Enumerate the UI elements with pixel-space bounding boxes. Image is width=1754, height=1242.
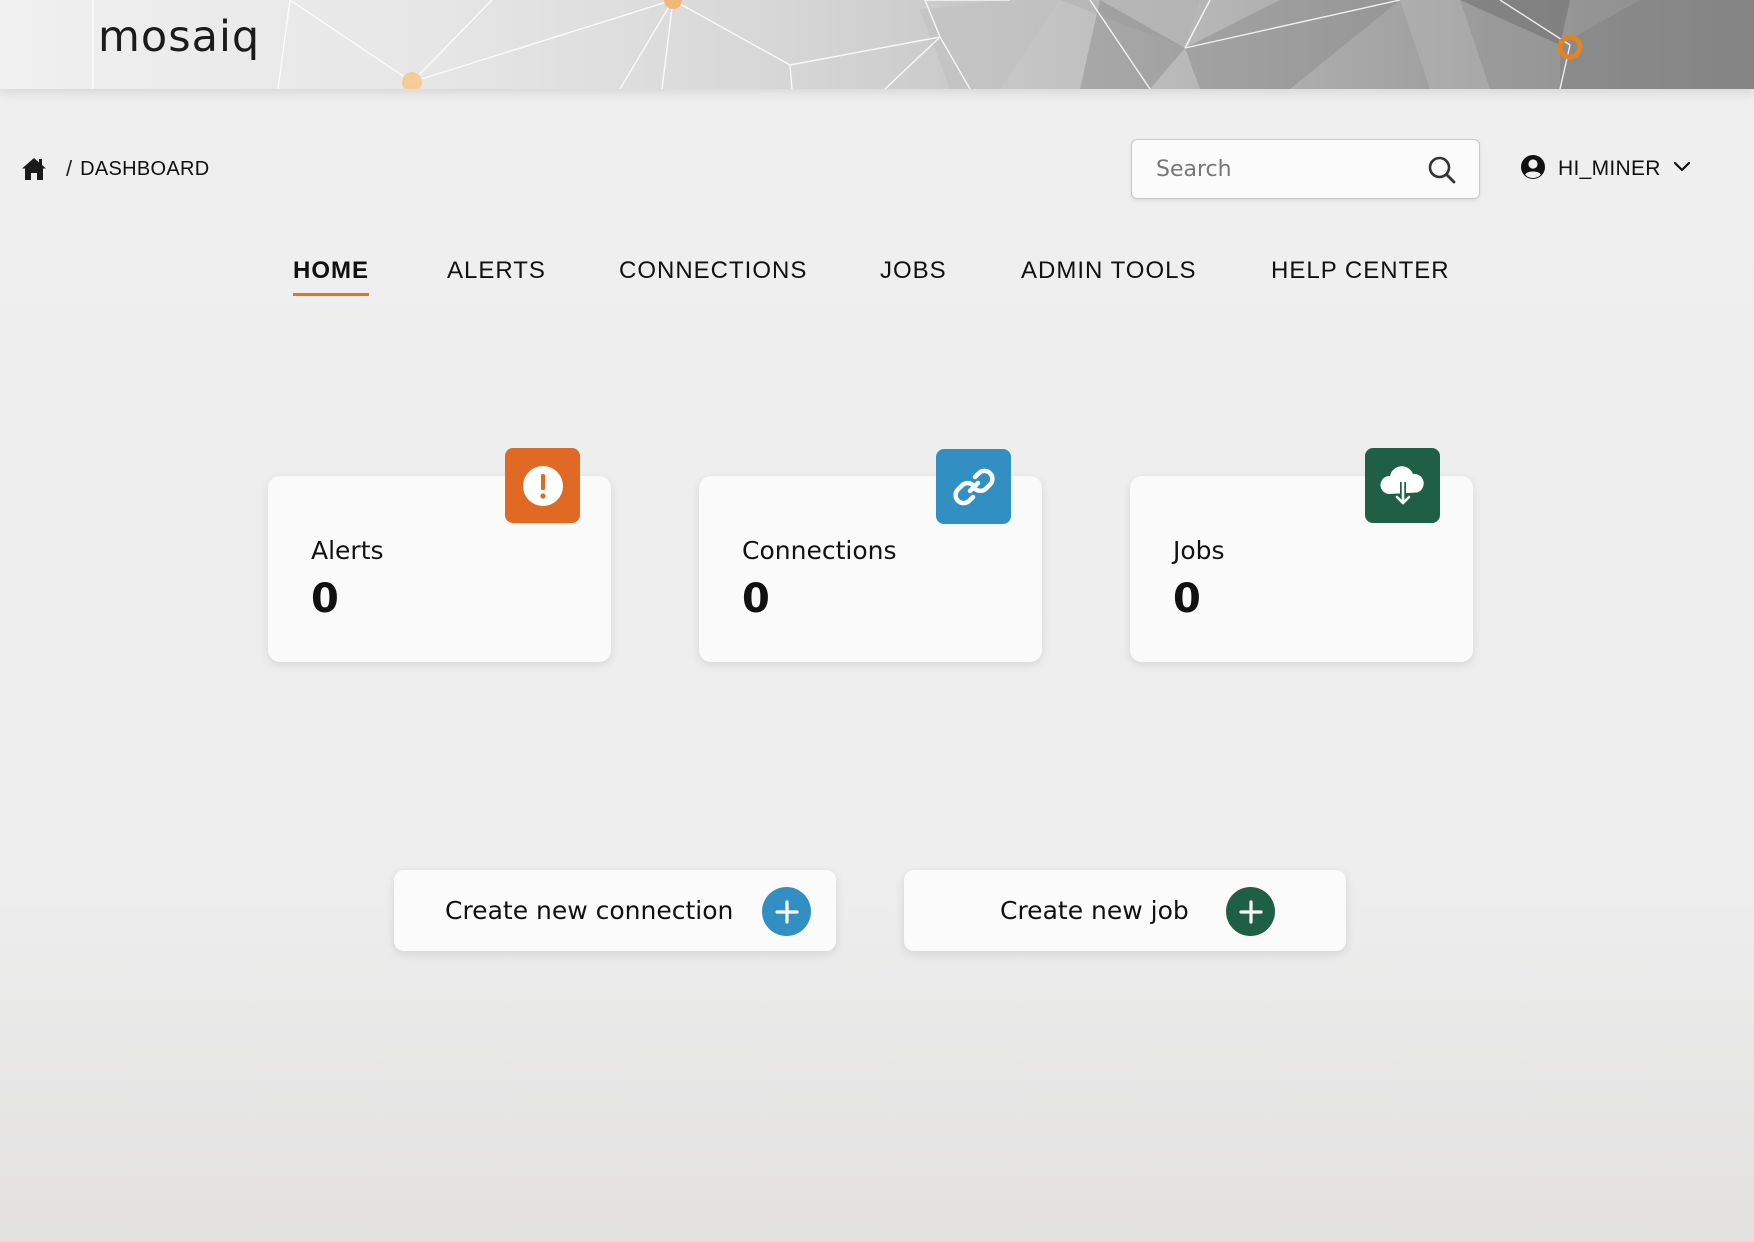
tab-jobs[interactable]: JOBS (880, 257, 947, 293)
card-count: 0 (742, 576, 770, 622)
plus-icon (762, 887, 811, 936)
home-icon[interactable] (20, 155, 48, 183)
tab-alerts[interactable]: ALERTS (447, 257, 546, 293)
alert-icon (505, 448, 580, 523)
create-connection-button[interactable]: Create new connection (394, 870, 836, 951)
card-count: 0 (1173, 576, 1201, 622)
breadcrumb-separator: / (66, 156, 73, 181)
search-input[interactable] (1132, 140, 1412, 198)
username: HI_MINER (1558, 157, 1661, 180)
search-box (1131, 139, 1480, 199)
main-nav: HOME ALERTS CONNECTIONS JOBS ADMIN TOOLS… (0, 257, 1754, 297)
breadcrumb-current: DASHBOARD (80, 157, 210, 180)
mosaiq-logo[interactable]: mosaiq (98, 12, 260, 62)
card-count: 0 (311, 576, 339, 622)
card-label: Connections (742, 536, 897, 565)
header-banner: mosaiq (0, 0, 1754, 89)
tab-help-center[interactable]: HELP CENTER (1271, 257, 1450, 293)
tab-connections[interactable]: CONNECTIONS (619, 257, 807, 293)
action-label: Create new job (1000, 896, 1189, 925)
chevron-down-icon[interactable] (1673, 160, 1691, 178)
user-circle-icon (1520, 154, 1546, 185)
tab-admin-tools[interactable]: ADMIN TOOLS (1021, 257, 1196, 293)
cloud-download-icon (1365, 448, 1440, 523)
banner-mesh-pattern (92, 0, 1754, 89)
tab-home[interactable]: HOME (293, 257, 369, 296)
search-icon[interactable] (1427, 155, 1457, 185)
link-icon (936, 449, 1011, 524)
create-job-button[interactable]: Create new job (904, 870, 1346, 951)
card-label: Alerts (311, 536, 384, 565)
plus-icon (1226, 887, 1275, 936)
card-label: Jobs (1173, 536, 1225, 565)
action-label: Create new connection (445, 896, 734, 925)
user-menu[interactable]: HI_MINER (1520, 153, 1691, 185)
breadcrumb: / DASHBOARD (20, 154, 210, 184)
